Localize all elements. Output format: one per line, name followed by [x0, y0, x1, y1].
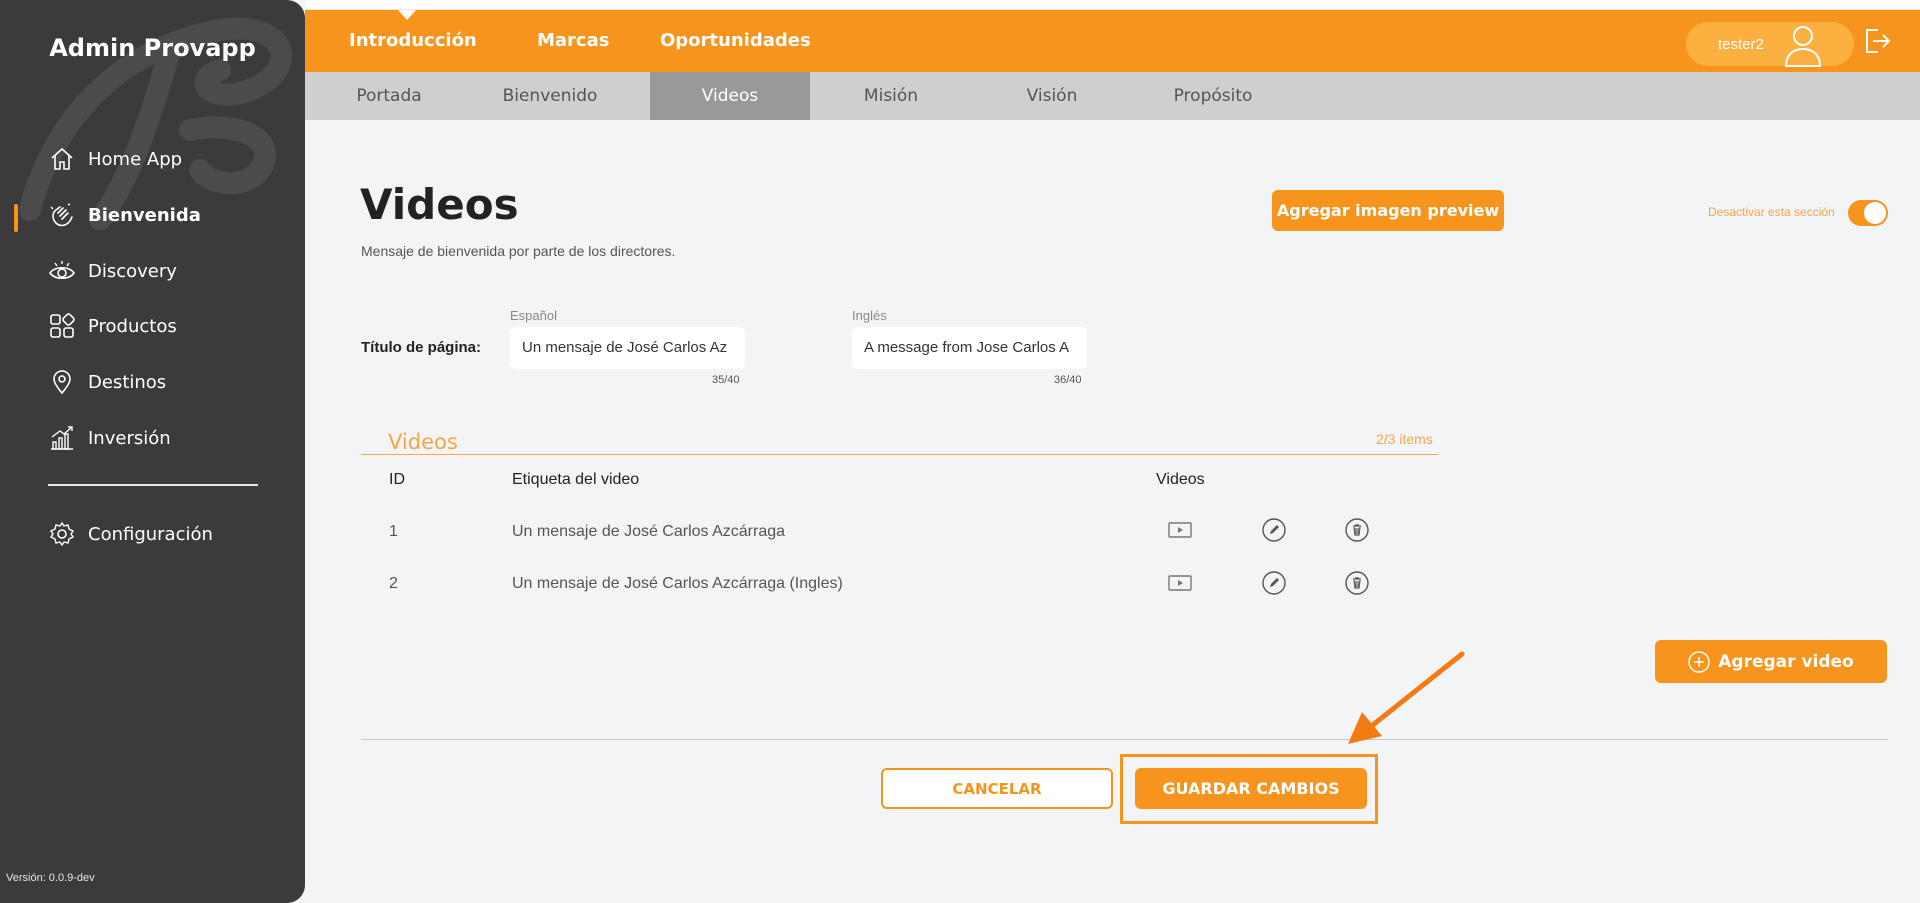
gear-icon: [49, 521, 75, 547]
toggle-label: Desactivar esta sección: [1708, 205, 1835, 219]
column-header-videos: Videos: [1156, 471, 1205, 488]
chart-growth-icon: [51, 426, 73, 450]
top-nav-bar: Introducción Marcas Oportunidades: [305, 10, 1920, 72]
grid-icon: [50, 313, 75, 338]
column-header-id: ID: [389, 471, 405, 488]
sidebar-item-configuracion[interactable]: Configuración: [48, 518, 213, 550]
logout-icon[interactable]: [1862, 26, 1892, 56]
cancel-button[interactable]: CANCELAR: [881, 768, 1113, 809]
add-video-button[interactable]: Agregar video: [1655, 640, 1887, 683]
sidebar-item-label: Inversión: [88, 427, 171, 449]
tab-mision[interactable]: Misión: [811, 72, 971, 120]
topnav-marcas[interactable]: Marcas: [537, 30, 609, 51]
page-subtitle: Mensaje de bienvenida por parte de los d…: [361, 243, 676, 259]
footer-divider: [361, 739, 1888, 740]
pointer-arrow-icon: [1348, 651, 1465, 744]
top-strip: [305, 0, 1920, 10]
page-title-label: Título de página:: [361, 339, 481, 356]
sidebar-item-inversion[interactable]: Inversión: [48, 422, 171, 454]
user-avatar-icon: [1784, 26, 1822, 67]
add-preview-image-button[interactable]: Agregar imagen preview: [1272, 190, 1504, 231]
add-video-label: Agregar video: [1718, 651, 1854, 672]
delete-trash-icon[interactable]: [1345, 518, 1369, 542]
sidebar-item-bienvenida[interactable]: Bienvenida: [48, 199, 201, 231]
section-toggle[interactable]: [1848, 200, 1888, 226]
row-label: Un mensaje de José Carlos Azcárraga: [512, 523, 786, 540]
active-nav-marker: [14, 204, 18, 232]
tab-vision[interactable]: Visión: [972, 72, 1132, 120]
home-icon: [51, 147, 73, 170]
plus-circle-icon: [1688, 650, 1710, 673]
highlight-box: [1120, 754, 1378, 824]
play-video-icon[interactable]: [1168, 571, 1192, 595]
username: tester2: [1718, 36, 1764, 53]
section-divider: [361, 454, 1438, 455]
topnav-oportunidades[interactable]: Oportunidades: [660, 30, 811, 51]
wave-hand-icon: [50, 203, 73, 227]
sidebar-item-home-app[interactable]: Home App: [48, 143, 182, 175]
sidebar-item-label: Destinos: [88, 371, 167, 393]
sidebar-item-label: Discovery: [88, 260, 177, 282]
app-brand: Admin Provapp: [49, 34, 256, 62]
toggle-knob: [1864, 202, 1886, 224]
sidebar: Admin Provapp Home App Bienvenida Discov…: [0, 0, 305, 903]
row-id: 2: [389, 575, 398, 592]
edit-pencil-icon[interactable]: [1262, 518, 1286, 542]
delete-trash-icon[interactable]: [1345, 571, 1369, 595]
tab-videos[interactable]: Videos: [650, 72, 810, 120]
eye-icon: [49, 261, 75, 280]
play-video-icon[interactable]: [1168, 518, 1192, 542]
active-tab-caret-icon: [398, 10, 416, 20]
page-title: Videos: [360, 180, 519, 229]
tab-bienvenido[interactable]: Bienvenido: [470, 72, 630, 120]
sidebar-item-label: Productos: [88, 315, 177, 337]
lang-label-es: Español: [510, 308, 557, 323]
videos-section-title: Videos: [388, 430, 458, 454]
items-count: 2/3 items: [1376, 431, 1433, 447]
version-text: Versión: 0.0.9-dev: [6, 872, 95, 884]
tab-portada[interactable]: Portada: [309, 72, 469, 120]
title-input-en[interactable]: A message from Jose Carlos A: [852, 327, 1087, 369]
title-input-es[interactable]: Un mensaje de José Carlos Az: [510, 327, 745, 369]
char-counter-en: 36/40: [1054, 374, 1082, 386]
char-counter-es: 35/40: [712, 374, 740, 386]
sidebar-item-label: Home App: [88, 148, 183, 170]
sidebar-item-label: Configuración: [88, 523, 213, 545]
row-id: 1: [389, 523, 398, 540]
lang-label-en: Inglés: [852, 308, 887, 323]
edit-pencil-icon[interactable]: [1262, 571, 1286, 595]
sidebar-item-destinos[interactable]: Destinos: [48, 366, 166, 398]
sub-tabs: Portada Bienvenido Videos Misión Visión …: [305, 72, 1920, 120]
topnav-introduccion[interactable]: Introducción: [349, 30, 477, 51]
location-pin-icon: [53, 370, 71, 395]
user-menu[interactable]: tester2: [1686, 22, 1854, 67]
sidebar-item-label: Bienvenida: [88, 204, 201, 226]
column-header-label: Etiqueta del video: [512, 471, 640, 488]
tab-proposito[interactable]: Propósito: [1133, 72, 1293, 120]
sidebar-divider: [48, 484, 258, 486]
sidebar-item-productos[interactable]: Productos: [48, 310, 177, 342]
row-label: Un mensaje de José Carlos Azcárraga (Ing…: [512, 575, 843, 592]
page: Admin Provapp Home App Bienvenida Discov…: [0, 0, 1920, 903]
sidebar-item-discovery[interactable]: Discovery: [48, 255, 177, 287]
